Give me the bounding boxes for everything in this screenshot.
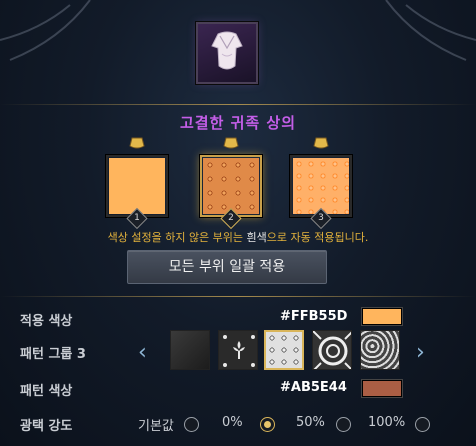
gloss-option-0-label: 0% [222,415,243,430]
pattern-medallion[interactable] [312,330,352,370]
part-slot-1[interactable]: 1 [106,137,168,230]
applied-color-label: 적용 색상 [20,314,73,329]
pattern-dark[interactable] [170,330,210,370]
dye-pouch-icon [313,137,329,149]
applied-color-hex: #FFB55D [280,309,348,324]
dye-pouch-icon [223,137,239,149]
pattern-color-hex: #AB5E44 [280,380,347,395]
part-color-3 [293,158,349,214]
gloss-option-100-label: 100% [368,415,406,430]
apply-all-parts-button[interactable]: 모든 부위 일괄 적용 [127,250,327,284]
part-slot-2[interactable]: 2 [200,137,262,230]
divider-top [0,104,476,105]
part-slot-3[interactable]: 3 [290,137,352,230]
divider-bottom [0,296,476,297]
noble-top-icon [196,22,258,84]
pattern-color-label: 패턴 색상 [20,384,73,399]
hint-text: 색상 설정을 하지 않은 부위는 흰색으로 자동 적용됩니다. [107,231,369,244]
ornament-right [385,0,476,61]
item-name: 고결한 귀족 상의 [179,114,297,132]
part-number-1: 1 [134,213,140,223]
pattern-prev-arrow[interactable]: ‹ [138,340,147,365]
gloss-radio-50[interactable] [336,417,351,432]
part-color-2 [203,158,259,214]
pattern-damask[interactable] [264,330,304,370]
dye-pouch-icon [129,137,145,149]
gloss-radio-100[interactable] [415,417,430,432]
pattern-color-swatch[interactable] [362,380,402,397]
part-number-3: 3 [318,213,324,223]
gloss-radio-default[interactable] [184,417,199,432]
pattern-group-label: 패턴 그룹 3 [20,347,86,362]
gloss-label: 광택 강도 [20,419,73,434]
gloss-option-50-label: 50% [296,415,325,430]
gloss-radio-0[interactable] [260,417,275,432]
part-color-1 [109,158,165,214]
applied-color-swatch[interactable] [362,308,402,325]
part-number-2: 2 [228,213,234,223]
ornament-left [0,0,91,61]
pattern-fleur[interactable] [218,330,258,370]
gloss-option-default-label: 기본값 [138,419,174,434]
pattern-next-arrow[interactable]: › [416,340,425,365]
pattern-floral[interactable] [360,330,400,370]
